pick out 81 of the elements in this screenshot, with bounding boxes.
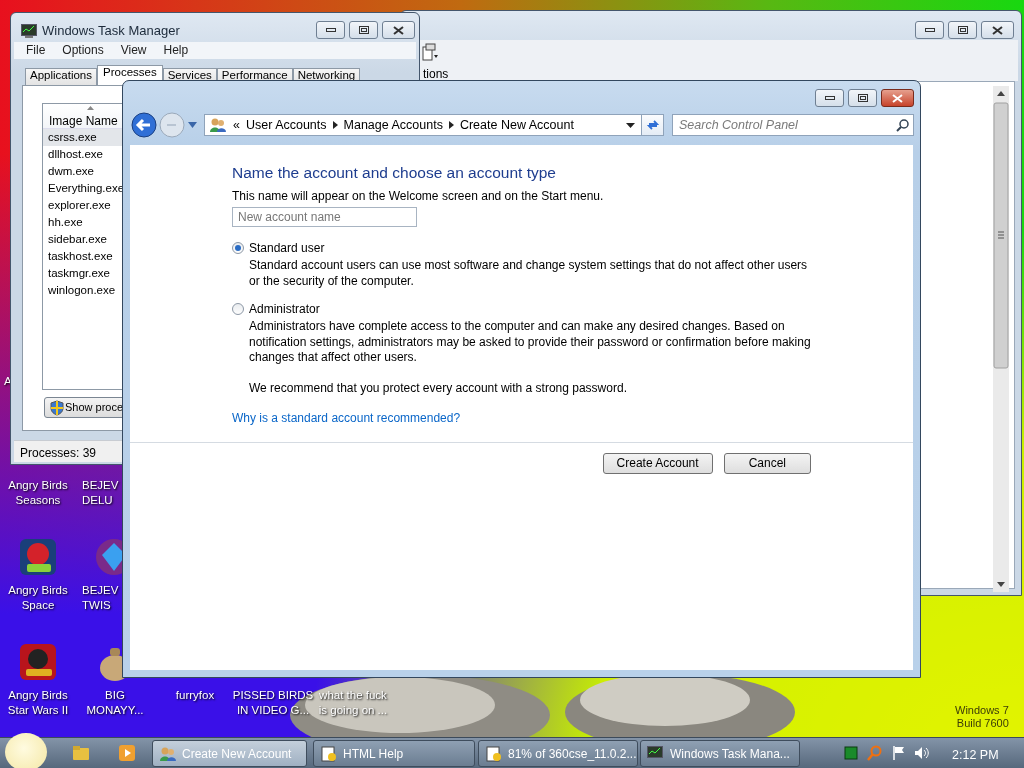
sort-arrow-icon: [87, 106, 94, 110]
window-title: Windows Task Manager: [42, 22, 180, 40]
close-icon: [992, 25, 1003, 35]
restore-icon: [358, 26, 369, 34]
close-button[interactable]: [382, 21, 415, 39]
users-icon: [209, 117, 227, 133]
minimize-button[interactable]: [316, 21, 345, 39]
icon-label[interactable]: BEJEV TWIS: [82, 583, 119, 613]
users-icon: [159, 745, 177, 762]
instruction-text: This name will appear on the Welcome screen and on the Start menu.: [232, 189, 605, 204]
shield-icon: [50, 399, 64, 416]
forward-icon: [159, 112, 185, 138]
minimize-button[interactable]: [815, 89, 844, 107]
toolbar-label[interactable]: tions: [423, 65, 449, 83]
menu-item[interactable]: View: [120, 42, 147, 59]
search-field[interactable]: Search Control Panel: [672, 114, 914, 136]
back-button[interactable]: [131, 112, 157, 138]
recommendation-text: We recommend that you protect every account with a strong password.: [249, 380, 628, 396]
cancel-button[interactable]: Cancel: [723, 453, 811, 474]
minimize-icon: [325, 27, 336, 33]
radio-label[interactable]: Administrator: [249, 300, 320, 318]
restore-icon: [957, 26, 968, 34]
os-version-text: Build 7600: [955, 717, 1009, 730]
back-icon: [131, 112, 157, 138]
restore-icon: [857, 94, 868, 102]
refresh-icon: [645, 118, 660, 132]
help-document-icon: [485, 745, 503, 762]
icon-label[interactable]: Angry Birds Star Wars II: [7, 688, 69, 718]
radio-button[interactable]: [232, 242, 244, 254]
radio-button[interactable]: [232, 303, 244, 315]
start-button[interactable]: [5, 733, 47, 768]
create-button[interactable]: Create Account: [602, 453, 713, 474]
breadcrumb-item[interactable]: Create New Account: [459, 115, 574, 135]
icon-label[interactable]: Angry Birds Seasons: [8, 478, 68, 508]
scrollbar[interactable]: [993, 86, 1009, 592]
chevron-icon: [448, 121, 454, 129]
close-icon: [393, 25, 404, 35]
help-document-icon: [320, 745, 338, 762]
column-header[interactable]: Image Name: [49, 114, 118, 128]
speaker-icon[interactable]: [914, 746, 930, 760]
dropdown-icon[interactable]: [626, 122, 635, 128]
flag-icon[interactable]: [892, 745, 906, 761]
close-button[interactable]: [881, 89, 914, 107]
heading: Name the account and choose an account type: [232, 163, 557, 183]
minimize-icon: [924, 27, 935, 33]
folder-icon[interactable]: [72, 744, 90, 762]
breadcrumb-item[interactable]: User Accounts: [245, 115, 327, 135]
game-icon[interactable]: [18, 537, 58, 577]
description-text: Standard account users can use most software and change system settings that do not affect other users or the security of the computer.: [249, 258, 809, 289]
close-icon: [892, 93, 903, 103]
menu-item[interactable]: File: [26, 42, 46, 59]
icon-label[interactable]: PISSED BIRDS IN VIDEO G...: [232, 688, 314, 718]
icon-label[interactable]: Angry Birds Space: [8, 583, 68, 613]
icon-label[interactable]: BIG MONAYY...: [86, 688, 144, 718]
menu-item[interactable]: Options: [62, 42, 104, 59]
tab[interactable]: Applications: [25, 68, 97, 86]
monitor-icon: [21, 23, 37, 38]
refresh-button[interactable]: [642, 114, 664, 136]
options-icon[interactable]: [421, 42, 439, 62]
minimize-button[interactable]: [915, 21, 944, 39]
description-text: Administrators have complete access to the computer and can make any desired changes. Based on notification settings, administrators may be asked to provide their password or confirmation before making changes that affect other users.: [249, 319, 812, 366]
close-button[interactable]: [981, 21, 1014, 39]
game-icon[interactable]: [18, 642, 58, 682]
chevron-icon: [332, 121, 338, 129]
search-icon[interactable]: [896, 119, 909, 132]
overflow-chevron[interactable]: «: [233, 115, 240, 135]
icon-label[interactable]: BEJEV DELU: [82, 478, 119, 508]
radio-label[interactable]: Standard user: [249, 239, 325, 257]
media-player-icon[interactable]: [118, 744, 136, 762]
minimize-icon: [824, 95, 835, 101]
maximize-button[interactable]: [349, 21, 378, 39]
icon-label[interactable]: furryfox: [175, 688, 215, 703]
os-version-text: Windows 7: [955, 704, 1009, 717]
address-bar[interactable]: « User Accounts Manage Accounts Create New Account: [204, 114, 642, 136]
maximize-button[interactable]: [948, 21, 977, 39]
menu-item[interactable]: Help: [163, 42, 189, 59]
clock[interactable]: 2:12 PM: [952, 746, 999, 765]
help-link[interactable]: Why is a standard account recommended?: [232, 409, 461, 427]
maximize-button[interactable]: [848, 89, 877, 107]
name-field[interactable]: New account name: [232, 207, 417, 227]
breadcrumb-item[interactable]: Manage Accounts: [343, 115, 443, 135]
